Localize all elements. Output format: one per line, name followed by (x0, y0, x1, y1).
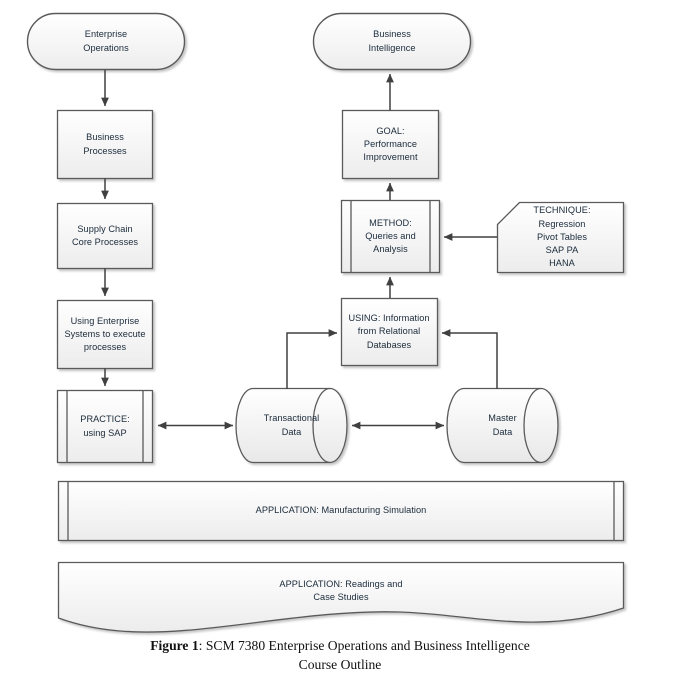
node-using-information-relational-databases[interactable] (340, 297, 439, 367)
flowchart-diagram (26, 12, 625, 633)
node-application-manufacturing-simulation[interactable] (57, 480, 625, 542)
node-enterprise-operations[interactable] (26, 12, 186, 71)
node-goal-performance-improvement[interactable] (341, 109, 440, 180)
node-method-queries-analysis[interactable] (340, 199, 441, 274)
node-technique[interactable] (496, 201, 625, 274)
node-supply-chain-core-processes[interactable] (56, 202, 154, 270)
node-transactional-data[interactable] (235, 387, 348, 464)
node-business-processes[interactable] (56, 109, 154, 180)
figure-caption-line2: Course Outline (298, 657, 382, 672)
node-application-readings-case-studies[interactable] (57, 561, 625, 633)
figure-page: Enterprise Operations Business Intellige… (0, 0, 678, 686)
node-master-data[interactable] (446, 387, 559, 464)
connector-master-data-to-using-information (441, 329, 498, 389)
node-business-intelligence[interactable] (312, 12, 472, 71)
node-using-enterprise-systems[interactable] (56, 299, 154, 370)
node-practice-using-sap[interactable] (56, 389, 154, 464)
figure-caption: Figure 1: SCM 7380 Enterprise Operations… (60, 636, 620, 674)
connector-transactional-data-to-using-information (286, 329, 338, 389)
figure-caption-number: Figure 1 (150, 638, 199, 653)
figure-caption-line1: : SCM 7380 Enterprise Operations and Bus… (198, 638, 530, 653)
